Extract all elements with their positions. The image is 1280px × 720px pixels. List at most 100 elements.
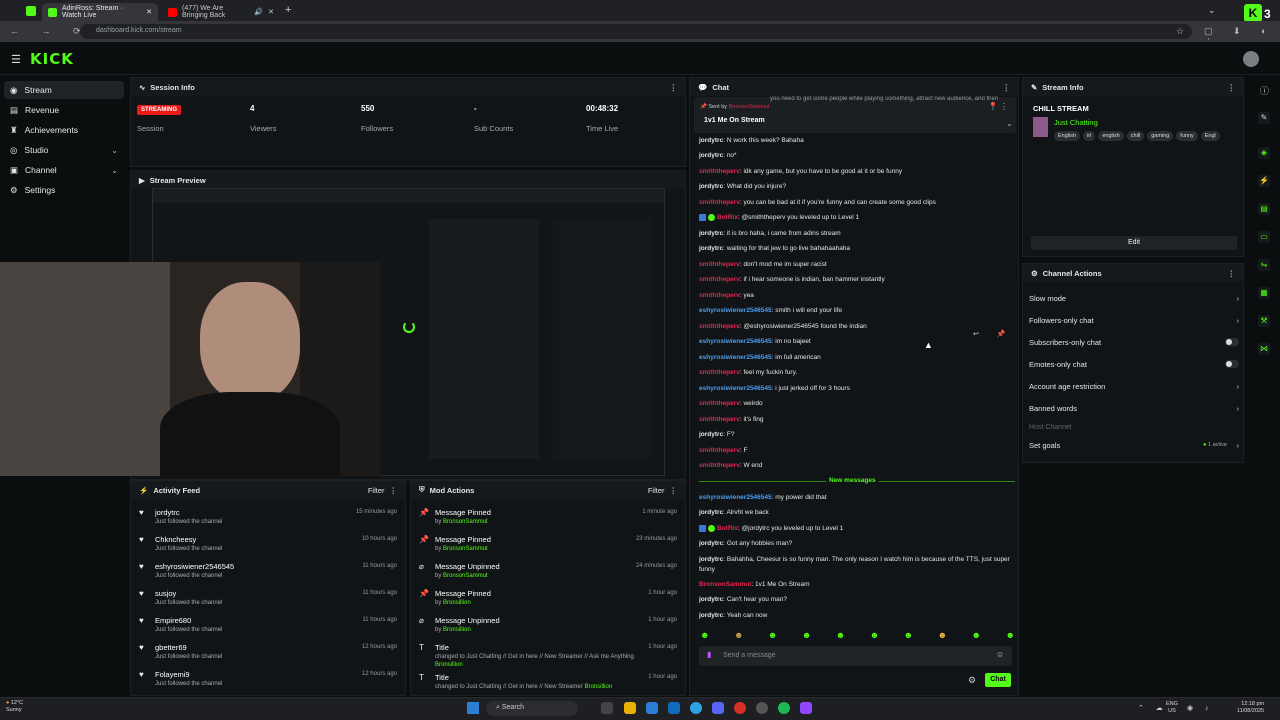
emote-icon[interactable]: ☻ [836,630,845,640]
emote-icon[interactable]: ☻ [870,630,879,640]
new-tab-button[interactable]: + [285,4,291,16]
chat-username[interactable]: eshyrosiwiener2546545 [699,307,772,314]
chat-username[interactable]: smiththeperv [699,416,740,423]
emote-quickbar[interactable]: ☻ ☻ ☻ ☻ ☻ ☻ ☻ ☻ ☻ ☻ [700,630,1015,640]
sidebar-item-revenue[interactable]: ▤ Revenue [4,101,124,119]
chat-username[interactable]: smiththeperv [699,168,740,175]
follower-name[interactable]: jordytrc [155,508,350,517]
chevron-right-icon[interactable]: › [1237,441,1240,450]
subscribers-only-toggle[interactable] [1225,338,1239,346]
speaker-icon[interactable]: 🔊 [254,8,263,16]
action-banned-words[interactable]: Banned words › [1029,401,1239,415]
gear-icon[interactable]: ⚙ [968,675,976,686]
follower-name[interactable]: Folayemi9 [155,670,356,679]
rail-action-icon[interactable]: ◈ [1258,147,1270,159]
chat-username[interactable]: jordytrc [699,540,723,547]
emote-icon[interactable]: ☻ [768,630,777,640]
pinned-user[interactable]: BronsonSammut [729,104,770,110]
explorer-icon[interactable] [624,702,636,714]
tray-status-icons[interactable]: ◉ ♪ [1187,704,1214,712]
chat-input-box[interactable]: ▮ Send a message ☺ [699,646,1012,666]
star-icon[interactable]: ☆ [1176,26,1184,37]
chat-username[interactable]: jordytrc [699,612,723,619]
chat-username[interactable]: smiththeperv [699,462,740,469]
follower-name[interactable]: Chkncheesy [155,535,356,544]
chevron-down-icon[interactable]: ⌄ [111,166,118,175]
more-icon[interactable]: ⋮ [1003,83,1011,92]
rail-link-icon[interactable]: ⇋ [1258,259,1270,271]
rail-doc-icon[interactable]: ▤ [1258,203,1270,215]
emote-icon[interactable]: ☻ [802,630,811,640]
rail-grid-icon[interactable]: ▦ [1258,287,1270,299]
action-slow-mode[interactable]: Slow mode › [1029,291,1239,305]
chat-username[interactable]: jordytrc [699,509,723,516]
tag[interactable]: irl [1083,131,1096,141]
outlook-icon[interactable] [668,702,680,714]
emotes-only-toggle[interactable] [1225,360,1239,368]
weather-widget[interactable]: ● 12°C Sunny [6,700,23,714]
store-icon[interactable] [646,702,658,714]
windows-start-icon[interactable] [467,702,479,714]
chat-send-button[interactable]: Chat [985,673,1011,687]
category-link[interactable]: Just Chatting [1054,118,1098,127]
more-icon[interactable]: ⋮ [670,486,678,495]
follower-name[interactable]: eshyrosiwiener2546545 [155,562,356,571]
emote-icon[interactable]: ☻ [700,630,709,640]
twitch-icon[interactable] [800,702,812,714]
spotify-icon[interactable] [778,702,790,714]
chevron-right-icon[interactable]: › [1237,382,1240,391]
tray-icons[interactable]: ⌃ ☁ [1138,704,1168,712]
obs-icon[interactable] [756,702,768,714]
mod-user[interactable]: Bronsillion [443,627,471,633]
avatar[interactable] [1243,51,1259,67]
rail-tool-icon[interactable]: ⚒ [1258,315,1270,327]
action-set-goals[interactable]: Set goals ● 1 active › [1029,438,1239,452]
chat-username[interactable]: jordytrc [699,596,723,603]
mod-user[interactable]: BronsonSammut [443,546,488,552]
follower-name[interactable]: Empire680 [155,616,356,625]
mod-user[interactable]: Bronsillion [443,600,471,606]
more-icon[interactable]: ⋮ [1228,269,1236,278]
emote-icon[interactable]: ☻ [734,630,743,640]
rail-chat-icon[interactable]: ▭ [1258,231,1270,243]
edit-button[interactable]: Edit [1031,236,1237,250]
chat-username[interactable]: smiththeperv [699,199,740,206]
emoji-icon[interactable]: ☺ [996,650,1004,659]
close-icon[interactable]: ✕ [268,8,274,16]
tag[interactable]: gaming [1147,131,1174,141]
taskbar-search[interactable]: ⌕ Search [486,701,578,716]
rail-share-icon[interactable]: ⋈ [1258,343,1270,355]
mod-user[interactable]: Bronsillion [584,684,612,690]
chat-username[interactable]: eshyrosiwiener2546545 [699,354,772,361]
mod-user[interactable]: Bronsillion [435,662,463,668]
chat-username[interactable]: smiththeperv [699,261,740,268]
chat-username[interactable]: BronsonSammut [699,581,751,588]
chat-username[interactable]: BotRix [717,525,738,532]
more-icon[interactable]: ⋮ [1228,83,1236,92]
chat-username[interactable]: jordytrc [699,152,723,159]
discord-icon[interactable] [712,702,724,714]
chat-username[interactable]: jordytrc [699,137,723,144]
filter-button[interactable]: Filter [368,486,385,495]
tag[interactable]: Engl [1200,131,1220,141]
sidebar-item-achievements[interactable]: ♜ Achievements [4,121,124,139]
rail-bolt-icon[interactable]: ⚡ [1258,175,1270,187]
chat-username[interactable]: smiththeperv [699,276,740,283]
kick-extension-badge[interactable]: K [1244,4,1262,22]
chat-username[interactable]: smiththeperv [699,292,740,299]
emote-icon[interactable]: ☻ [972,630,981,640]
more-icon[interactable]: ⋮ [390,486,398,495]
taskview-icon[interactable] [601,702,613,714]
chevron-right-icon[interactable]: › [1237,294,1240,303]
emote-icon[interactable]: ☻ [1005,630,1014,640]
sidebar-item-stream[interactable]: ◉ Stream [4,81,124,99]
pinned-message[interactable]: 📌 Sent by BronsonSammut 1v1 Me On Stream… [694,97,1016,133]
chat-username[interactable]: jordytrc [699,245,723,252]
mod-user[interactable]: BronsonSammut [443,519,488,525]
tag[interactable]: chill [1126,131,1145,141]
chevron-down-icon[interactable]: ⌄ [1006,119,1013,128]
url-field[interactable]: dashboard.kick.com/stream [80,24,1192,39]
emote-icon[interactable]: ☻ [938,630,947,640]
tag[interactable]: english [1098,131,1124,141]
input-language[interactable]: ENG US [1166,701,1178,715]
